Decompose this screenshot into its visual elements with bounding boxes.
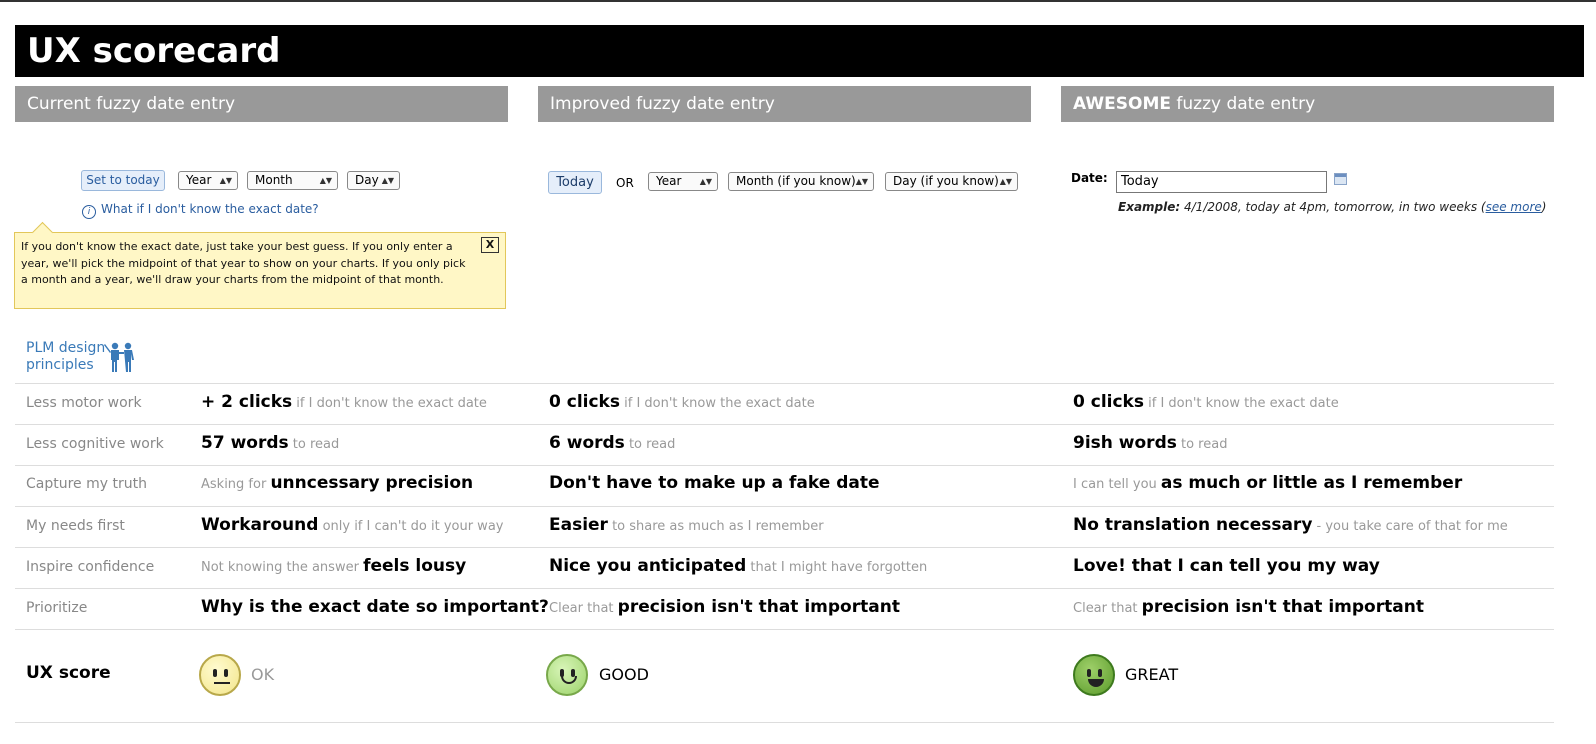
row-cell-current: Not knowing the answer feels lousy [201,556,467,576]
row-divider [15,383,1554,384]
column-header-improved: Improved fuzzy date entry [538,86,1031,122]
row-cell-current: Asking for unncessary precision [201,473,474,493]
row-label: Less cognitive work [26,436,164,452]
improved-month-select[interactable]: Month (if you know) ▲▼ [728,172,874,191]
row-cell-improved: Clear that precision isn't that importan… [549,597,900,617]
row-cell-improved: Easier to share as much as I remember [549,515,824,535]
or-label: OR [616,176,634,190]
row-divider [15,506,1554,507]
year-select[interactable]: Year ▲▼ [178,171,238,190]
row-cell-awesome: I can tell you as much or little as I re… [1073,473,1463,493]
row-cell-current: Workaround only if I can't do it your wa… [201,515,504,535]
ux-score-awesome: GREAT [1125,665,1179,684]
row-divider [15,547,1554,548]
row-divider [15,722,1554,723]
page-title: UX scorecard [27,31,281,71]
info-icon: i [82,205,96,219]
row-label: My needs first [26,518,125,534]
calendar-icon[interactable] [1334,173,1347,185]
ux-score-label: UX score [26,663,111,683]
column-header-awesome: AWESOME fuzzy date entry [1061,86,1554,122]
smile-face-icon [546,654,588,696]
row-divider [15,465,1554,466]
row-divider [15,588,1554,589]
column-header-current: Current fuzzy date entry [15,86,508,122]
ux-score-improved: GOOD [599,665,649,684]
see-more-link[interactable]: see more [1486,200,1542,214]
row-cell-awesome: No translation necessary - you take care… [1073,515,1508,535]
people-icon [104,342,134,372]
row-cell-improved: Nice you anticipated that I might have f… [549,556,928,576]
row-label: Less motor work [26,395,142,411]
day-select[interactable]: Day ▲▼ [347,171,400,190]
set-to-today-button[interactable]: Set to today [81,170,165,191]
row-cell-awesome: Clear that precision isn't that importan… [1073,597,1424,617]
row-cell-improved: 6 words to read [549,433,676,453]
row-cell-awesome: 9ish words to read [1073,433,1228,453]
tooltip-text: If you don't know the exact date, just t… [21,240,466,286]
plm-design-principles: PLM design principles [26,340,106,373]
row-label: Inspire confidence [26,559,155,575]
row-cell-awesome: 0 clicks if I don't know the exact date [1073,392,1339,412]
date-input[interactable]: Today [1116,171,1327,193]
row-cell-improved: Don't have to make up a fake date [549,473,880,493]
row-label: Prioritize [26,600,88,616]
row-cell-current: 57 words to read [201,433,340,453]
improved-day-select[interactable]: Day (if you know) ▲▼ [885,172,1018,191]
row-cell-current: Why is the exact date so important? [201,597,549,617]
ux-score-current: OK [251,665,275,684]
row-cell-improved: 0 clicks if I don't know the exact date [549,392,815,412]
big-smile-face-icon [1073,654,1115,696]
date-example: Example: 4/1/2008, today at 4pm, tomorro… [1118,200,1547,214]
neutral-face-icon [199,654,241,696]
date-label: Date: [1071,171,1108,185]
improved-year-select[interactable]: Year ▲▼ [648,172,718,191]
row-divider [15,424,1554,425]
row-divider [15,629,1554,630]
title-bar: UX scorecard [15,25,1584,77]
row-cell-awesome: Love! that I can tell you my way [1073,556,1380,576]
row-label: Capture my truth [26,476,147,492]
top-border [0,0,1596,2]
help-tooltip: If you don't know the exact date, just t… [14,221,506,309]
close-icon[interactable]: X [481,237,499,253]
row-cell-current: + 2 clicks if I don't know the exact dat… [201,392,487,412]
exact-date-help-link[interactable]: i What if I don't know the exact date? [82,202,319,219]
today-button[interactable]: Today [548,171,602,194]
month-select[interactable]: Month ▲▼ [247,171,338,190]
